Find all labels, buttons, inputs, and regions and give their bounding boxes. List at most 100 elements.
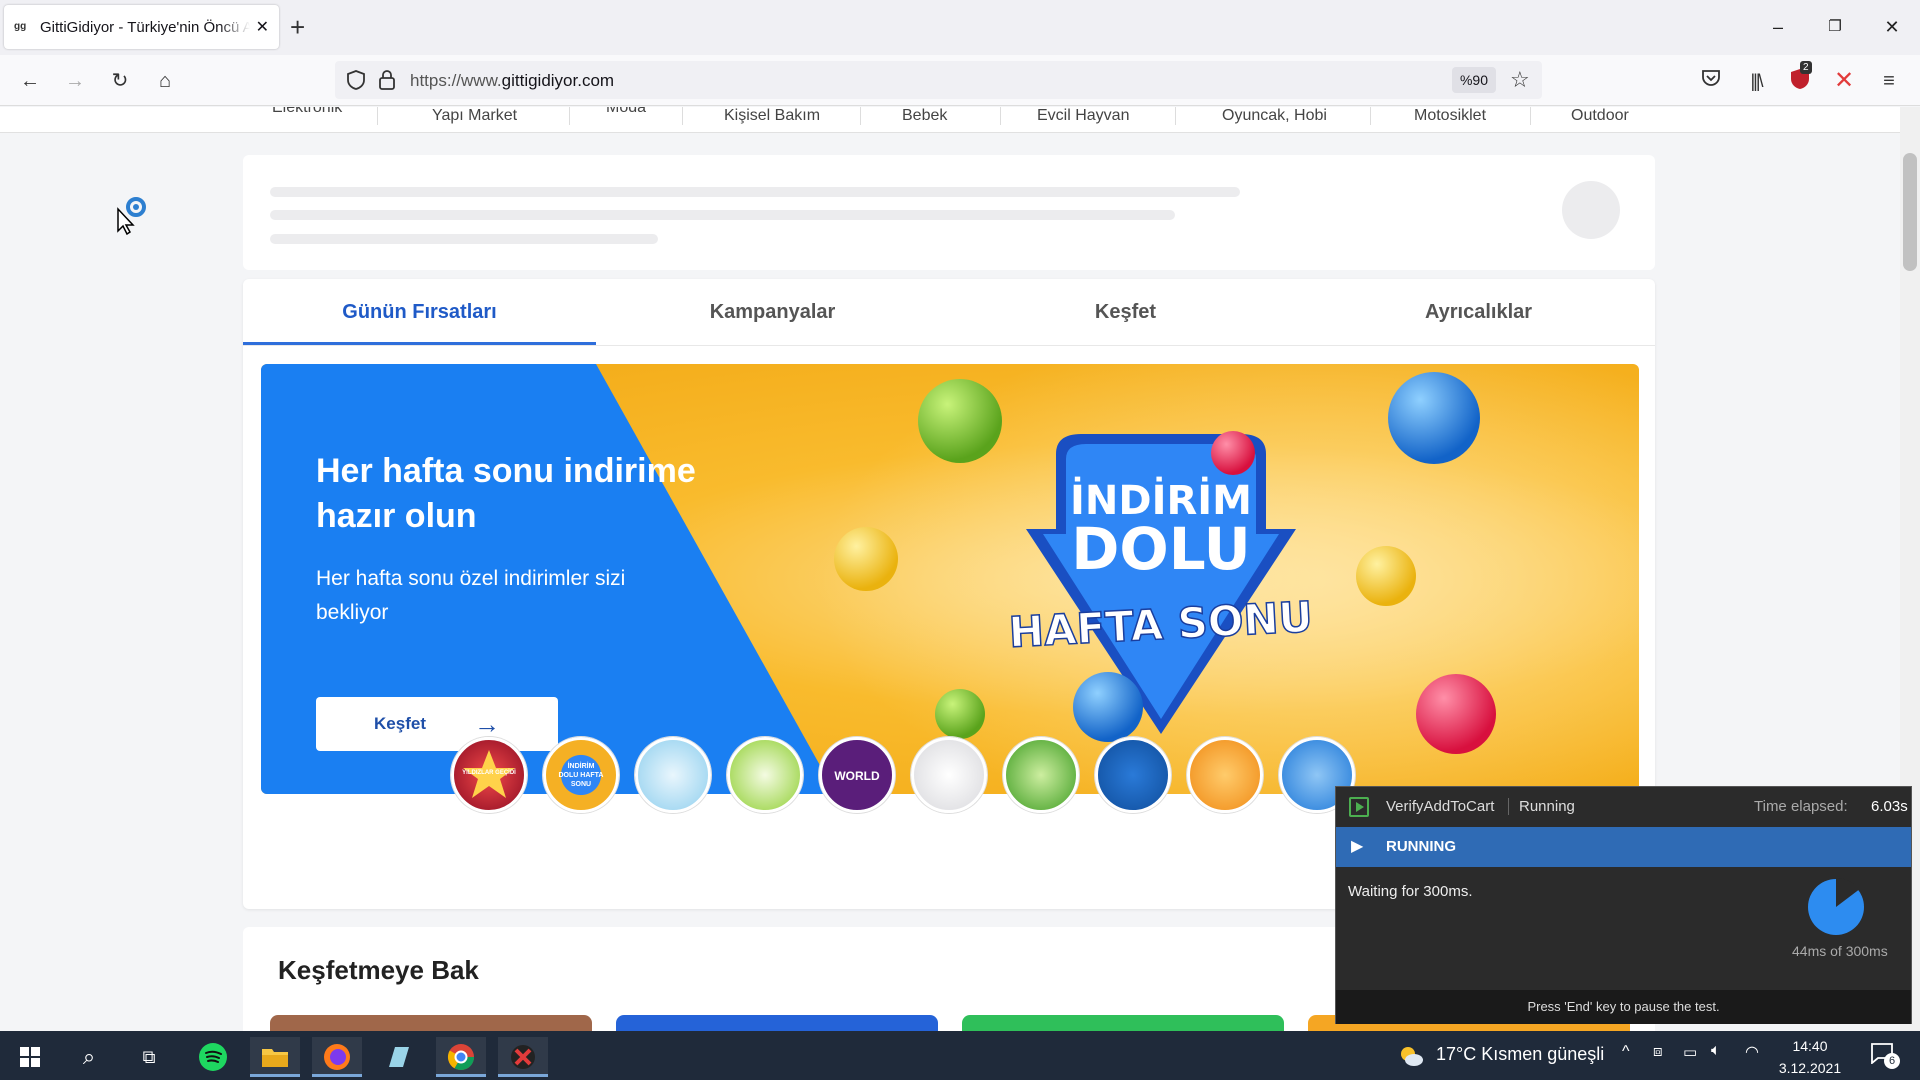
- yellow-ball: [1356, 546, 1416, 606]
- start-icon[interactable]: [5, 1037, 55, 1077]
- katalon-extension-icon[interactable]: ✕: [1830, 67, 1858, 95]
- elapsed-value: 6.03s: [1871, 798, 1908, 815]
- story-circle[interactable]: [1095, 737, 1171, 813]
- tab-kampanyalar[interactable]: Kampanyalar: [596, 279, 949, 345]
- file-explorer-icon[interactable]: [250, 1037, 300, 1077]
- story-circle[interactable]: [1187, 737, 1263, 813]
- restore-icon[interactable]: ❐: [1815, 12, 1855, 42]
- story-circle[interactable]: [911, 737, 987, 813]
- runner-message: Waiting for 300ms.: [1348, 883, 1473, 900]
- explore-tile[interactable]: [270, 1015, 592, 1031]
- elapsed-label: Time elapsed:: [1754, 798, 1848, 815]
- search-icon[interactable]: ⌕: [64, 1037, 114, 1077]
- volume-icon[interactable]: 🔈︎: [1711, 1042, 1721, 1060]
- category-item[interactable]: Moda: [604, 107, 648, 123]
- meet-now-icon[interactable]: ⧈: [1653, 1043, 1663, 1060]
- task-view-icon[interactable]: ⧉: [124, 1037, 174, 1077]
- category-item[interactable]: Outdoor: [1569, 107, 1631, 131]
- red-ball: [1211, 431, 1255, 475]
- tab-strip: gg GittiGidiyor - Türkiye'nin Öncü A ✕ +…: [0, 0, 1920, 55]
- story-circle[interactable]: WORLD: [819, 737, 895, 813]
- weather-icon: [1398, 1044, 1424, 1073]
- tracking-shield-icon[interactable]: [345, 69, 367, 91]
- browser-tab[interactable]: gg GittiGidiyor - Türkiye'nin Öncü A ✕: [4, 5, 279, 49]
- close-window-icon[interactable]: ✕: [1872, 12, 1912, 42]
- test-name: VerifyAddToCart: [1386, 798, 1495, 815]
- new-tab-icon[interactable]: +: [290, 12, 305, 42]
- category-bar: Elektronik Yapı Market Moda Kişisel Bakı…: [0, 107, 1900, 133]
- test-status: Running: [1508, 798, 1575, 815]
- url-prefix: https://www.: [410, 71, 502, 90]
- url-text[interactable]: https://www.gittigidiyor.com: [410, 71, 614, 91]
- weather-text[interactable]: 17°C Kısmen güneşli: [1436, 1044, 1604, 1065]
- scrollbar-thumb[interactable]: [1903, 153, 1917, 271]
- spotify-icon[interactable]: [188, 1037, 238, 1077]
- running-bar: ▶ RUNNING: [1336, 827, 1911, 867]
- navigation-toolbar: ← → ↻ ⌂ https://www.gittigidiyor.com %90…: [0, 55, 1920, 106]
- battery-icon[interactable]: ▭: [1683, 1043, 1697, 1061]
- reload-icon[interactable]: ↻: [106, 67, 134, 95]
- minimize-icon[interactable]: –: [1758, 12, 1798, 42]
- badge-line2: DOLU: [1071, 515, 1250, 583]
- zoom-level[interactable]: %90: [1452, 67, 1496, 93]
- skeleton-loader: [243, 155, 1655, 270]
- bookmark-star-icon[interactable]: ☆: [1510, 67, 1530, 93]
- back-icon[interactable]: ←: [16, 67, 44, 95]
- tab-gunun-firsatlari[interactable]: Günün Fırsatları: [243, 279, 596, 345]
- library-icon[interactable]: |||\: [1742, 67, 1770, 95]
- tab-ayricaliklar[interactable]: Ayrıcalıklar: [1302, 279, 1655, 345]
- lock-icon[interactable]: [377, 69, 397, 91]
- clock[interactable]: 14:40 3.12.2021: [1755, 1035, 1865, 1079]
- menu-icon[interactable]: ≡: [1875, 67, 1903, 95]
- url-domain: gittigidiyor.com: [501, 71, 615, 90]
- notes-app-icon[interactable]: [374, 1037, 424, 1077]
- explore-tile[interactable]: [962, 1015, 1284, 1031]
- mouse-cursor-icon: [116, 195, 152, 240]
- story-circle[interactable]: [635, 737, 711, 813]
- test-runner-panel: VerifyAddToCart Running Time elapsed: 6.…: [1335, 786, 1912, 1024]
- extension-badge: 2: [1800, 61, 1812, 74]
- tab-title: GittiGidiyor - Türkiye'nin Öncü A: [40, 18, 250, 36]
- yellow-ball: [834, 527, 898, 591]
- category-item[interactable]: Bebek: [900, 107, 949, 131]
- running-state: RUNNING: [1386, 838, 1456, 855]
- category-item[interactable]: Evcil Hayvan: [1035, 107, 1131, 131]
- green-ball: [918, 379, 1002, 463]
- firefox-icon[interactable]: [312, 1037, 362, 1077]
- category-item[interactable]: Kişisel Bakım: [722, 107, 822, 131]
- story-circle[interactable]: [1003, 737, 1079, 813]
- home-icon[interactable]: ⌂: [151, 67, 179, 95]
- close-tab-icon[interactable]: ✕: [256, 17, 269, 37]
- banner-heading: Her hafta sonu indirime hazır olun: [316, 452, 696, 535]
- address-bar[interactable]: https://www.gittigidiyor.com %90 ☆: [335, 61, 1542, 99]
- gittigidiyor-favicon-icon: gg: [14, 21, 27, 32]
- clock-date: 3.12.2021: [1778, 1060, 1842, 1076]
- category-item[interactable]: Oyuncak, Hobi: [1220, 107, 1329, 131]
- category-item[interactable]: Motosiklet: [1412, 107, 1488, 131]
- progress-pie: [1808, 878, 1864, 935]
- arrow-right-icon: →: [473, 708, 500, 739]
- katalon-recorder-icon[interactable]: [498, 1037, 548, 1077]
- notification-center-icon[interactable]: 6: [1870, 1042, 1900, 1069]
- chrome-icon[interactable]: [436, 1037, 486, 1077]
- campaign-banner[interactable]: Her hafta sonu indirime hazır olun Her h…: [261, 364, 1639, 794]
- forward-icon[interactable]: →: [61, 67, 89, 95]
- pocket-icon[interactable]: [1697, 67, 1725, 95]
- section-title: Keşfetmeye Bak: [278, 955, 479, 985]
- blue-ball: [1388, 372, 1480, 464]
- story-circle[interactable]: İNDİRİM DOLU HAFTA SONU: [543, 737, 619, 813]
- runner-header: VerifyAddToCart Running Time elapsed: 6.…: [1336, 787, 1911, 827]
- explore-tile[interactable]: [616, 1015, 938, 1031]
- ublock-extension-icon[interactable]: 2: [1786, 61, 1814, 95]
- test-icon: [1349, 797, 1369, 817]
- badge-line3: HAFTA SONU: [1008, 592, 1314, 657]
- tab-kesfet[interactable]: Keşfet: [949, 279, 1302, 345]
- story-circle[interactable]: YILDIZLAR GEÇİDİ: [451, 737, 527, 813]
- green-ball: [935, 689, 985, 739]
- story-circle[interactable]: [727, 737, 803, 813]
- progress-of: of 300ms: [1830, 943, 1888, 959]
- clock-time: 14:40: [1792, 1038, 1828, 1054]
- tray-chevron-icon[interactable]: ^: [1622, 1043, 1630, 1061]
- category-item[interactable]: Yapı Market: [430, 107, 519, 131]
- category-item[interactable]: Elektronik: [270, 107, 344, 123]
